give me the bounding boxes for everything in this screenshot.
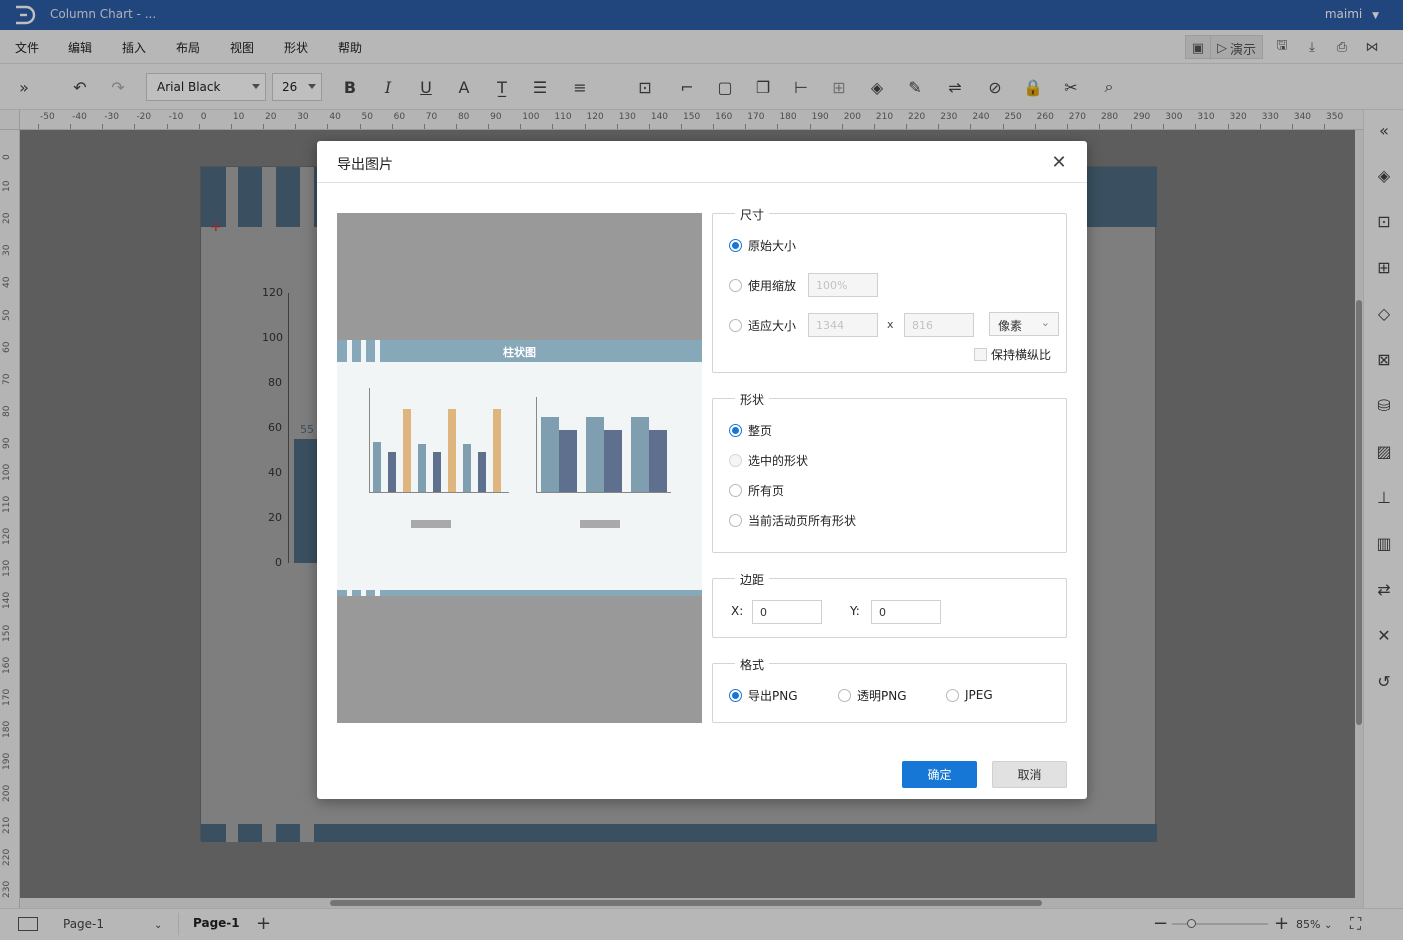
shape-legend: 形状 [735,391,770,408]
radio-button[interactable] [729,688,742,702]
radio-button[interactable] [729,278,742,292]
radio-button[interactable] [729,483,742,497]
radio-button[interactable] [946,688,959,702]
preview-bar [586,417,604,492]
close-icon[interactable]: ✕ [1050,152,1068,173]
margin-legend: 边距 [735,571,770,588]
radio-button[interactable] [729,513,742,527]
unit-select[interactable]: 像素 ⌄ [989,312,1059,336]
radio-jpeg[interactable]: JPEG [946,687,993,703]
radio-label: 所有页 [748,483,785,498]
radio-label: 当前活动页所有形状 [748,513,857,528]
radio-fit-size[interactable]: 适应大小 [729,317,796,333]
preview-footer-band [337,590,702,596]
dialog-title: 导出图片 [337,157,393,173]
radio-active-page-shapes[interactable]: 当前活动页所有形状 [729,512,856,528]
preview-bar [493,409,501,492]
radio-whole-page[interactable]: 整页 [729,422,772,438]
preview-banner-title: 柱状图 [503,346,536,359]
preview-bar [463,444,471,492]
radio-transparent-png[interactable]: 透明PNG [838,687,907,703]
preview-bar [631,417,649,492]
preview-bar [418,444,426,492]
preview-axis [369,388,370,492]
keep-ratio-checkbox[interactable]: 保持横纵比 [974,346,1051,363]
preview-bar [604,430,622,492]
radio-button[interactable] [729,423,742,437]
radio-label: 使用缩放 [748,278,797,293]
radio-label: 选中的形状 [748,453,809,468]
shape-group: 形状 整页 选中的形状 所有页 当前活动页所有形状 [712,391,1067,553]
radio-png[interactable]: 导出PNG [729,687,798,703]
radio-selected-shapes[interactable]: 选中的形状 [729,452,808,468]
radio-label: 透明PNG [857,688,907,703]
preview-bar [403,409,411,492]
dimension-separator: x [887,318,894,331]
preview-button [580,520,620,528]
radio-button[interactable] [838,688,851,702]
preview-bar [388,452,396,492]
format-group: 格式 导出PNG 透明PNG JPEG [712,656,1067,723]
band-gap [361,590,366,596]
margin-x-label: X: [731,604,744,618]
confirm-button[interactable]: 确定 [902,761,977,788]
band-gap [347,590,352,596]
margin-group: 边距 X: 0 Y: 0 [712,571,1067,638]
preview-axis [536,492,671,493]
dialog-divider [317,182,1087,183]
preview-page: 柱状图 [337,340,702,596]
preview-bar [373,442,381,492]
checkbox[interactable] [974,348,987,361]
export-image-dialog: 导出图片 ✕ 柱状图 尺寸 原始大小 使用缩放 100% 适应大小 1344 x… [317,141,1087,799]
margin-y-input[interactable]: 0 [871,600,941,624]
radio-original-size[interactable]: 原始大小 [729,237,796,253]
checkbox-label: 保持横纵比 [991,348,1052,362]
preview-bar [433,452,441,492]
radio-button[interactable] [729,238,742,252]
radio-button[interactable] [729,453,742,467]
chevron-down-icon: ⌄ [1040,316,1050,329]
radio-label: 整页 [748,423,773,438]
size-group: 尺寸 原始大小 使用缩放 100% 适应大小 1344 x 816 像素 ⌄ 保持… [712,206,1067,373]
radio-label: 适应大小 [748,318,797,333]
width-input[interactable]: 1344 [808,313,878,337]
radio-all-pages[interactable]: 所有页 [729,482,784,498]
preview-bar [559,430,577,492]
preview-bar [541,417,559,492]
radio-label: 导出PNG [748,688,798,703]
preview-axis [536,397,537,492]
radio-button[interactable] [729,318,742,332]
preview-axis [369,492,509,493]
radio-label: JPEG [965,688,993,702]
scale-input[interactable]: 100% [808,273,878,297]
preview-bar [649,430,667,492]
preview-button [411,520,451,528]
size-legend: 尺寸 [735,206,770,223]
margin-y-label: Y: [850,604,860,618]
cancel-button[interactable]: 取消 [992,761,1067,788]
height-input[interactable]: 816 [904,313,974,337]
margin-x-input[interactable]: 0 [752,600,822,624]
band-gap [375,590,380,596]
unit-value: 像素 [998,319,1023,333]
radio-use-scale[interactable]: 使用缩放 [729,277,796,293]
radio-label: 原始大小 [748,238,797,253]
export-preview: 柱状图 [337,213,702,723]
preview-bar [448,409,456,492]
format-legend: 格式 [735,656,770,673]
preview-bar [478,452,486,492]
